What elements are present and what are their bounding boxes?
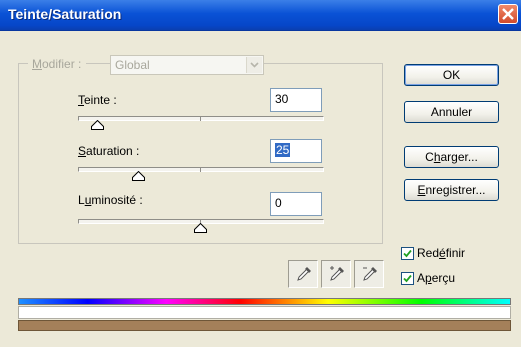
preview-label-mnemonic: p [425,271,432,285]
saturation-label-text: aturation : [86,144,140,158]
ok-button-label: OK [442,68,461,82]
lightness-slider-thumb[interactable] [194,223,207,233]
lightness-label-text: minosité : [91,193,143,207]
preview-checkbox-box[interactable] [401,272,414,285]
cancel-button[interactable]: Annuler [404,101,499,123]
load-button[interactable]: Charger... [404,146,499,168]
lightness-value-input[interactable]: 0 [270,192,322,216]
saturation-value: 25 [275,143,291,157]
close-icon [502,8,514,20]
ok-button[interactable]: OK [404,64,499,86]
eyedropper-plus-button[interactable] [321,260,351,288]
modifier-label: Modifier : [28,56,87,72]
saturation-value-input[interactable]: 25 [270,139,322,163]
hue-slider-track[interactable] [78,116,324,121]
title-bar[interactable]: Teinte/Saturation [0,0,521,31]
saturation-label-mnemonic: S [78,144,87,158]
colorize-label-mnemonic: é [439,246,446,260]
modifier-select[interactable]: Global [110,55,264,75]
window-title: Teinte/Saturation [8,6,122,22]
saturation-label: Saturation : [78,143,139,159]
colorize-checkbox-box[interactable] [401,247,414,260]
modifier-select-value: Global [115,58,150,72]
colorize-label: Redéfinir [417,245,465,261]
checkmark-icon [403,249,412,258]
saturation-center-tick [200,167,201,172]
eyedropper-icon [297,267,311,281]
lightness-value: 0 [275,196,282,210]
input-color-spectrum [18,298,511,305]
preview-label: Aperçu [417,270,455,286]
hue-value: 30 [275,92,289,106]
preview-label-text: erçu [431,271,456,285]
chevron-down-icon [250,62,259,68]
cancel-button-label: Annuler [430,105,473,119]
spectrum-separator [18,306,511,319]
output-color-bar [18,320,511,331]
eyedropper-button[interactable] [288,260,318,288]
save-button[interactable]: Enregistrer... [404,179,499,201]
modifier-label-mnemonic: M [32,57,42,71]
modifier-label-text: odifier : [42,57,82,71]
hue-saturation-dialog: Teinte/Saturation Modifier : Global Tein… [0,0,521,347]
colorize-label-text: finir [445,246,466,260]
load-button-label: arger... [440,150,478,164]
load-button-mnemonic: h [433,150,441,164]
lightness-label-first: L [78,193,85,207]
eyedropper-minus-icon [363,267,377,281]
checkmark-icon [403,274,412,283]
modifier-select-button[interactable] [246,57,262,73]
saturation-slider-track[interactable] [78,167,324,172]
eyedropper-minus-button[interactable] [354,260,384,288]
hue-value-input[interactable]: 30 [270,88,322,112]
saturation-slider-thumb[interactable] [132,171,145,181]
load-button-label-first: C [425,150,434,164]
settings-group [18,63,383,244]
preview-label-first: A [417,271,426,285]
lightness-label: Luminosité : [78,192,143,208]
hue-slider-thumb[interactable] [91,120,104,130]
close-button[interactable] [498,4,518,24]
eyedropper-tools [288,260,384,288]
eyedropper-plus-icon [330,266,344,281]
hue-center-tick [200,116,201,121]
hue-label-text: einte : [84,93,117,107]
hue-label: Teinte : [78,92,117,108]
save-button-label: nregistrer... [425,183,486,197]
colorize-label-first: Red [417,246,440,260]
